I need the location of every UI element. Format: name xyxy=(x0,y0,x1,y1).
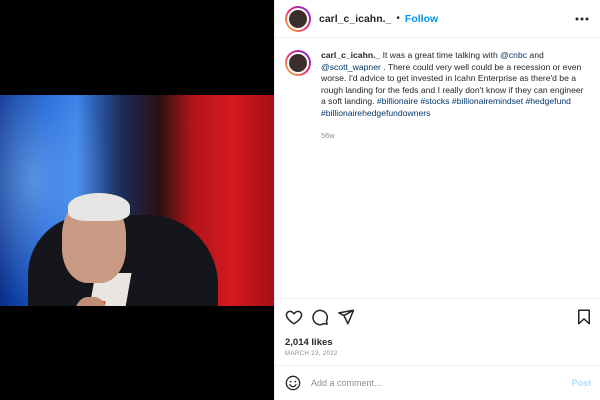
bookmark-icon[interactable] xyxy=(575,308,593,326)
hashtag-link[interactable]: #billionaire xyxy=(377,96,418,106)
hashtag-link[interactable]: #billionairemindset xyxy=(452,96,523,106)
hashtag-link[interactable]: #billionairehedgefundowners xyxy=(321,108,430,118)
post-photo[interactable] xyxy=(0,95,274,306)
action-bar xyxy=(275,308,600,330)
hashtag-link[interactable]: #hedgefund xyxy=(526,96,571,106)
caption-section: carl_c_icahn._ It was a great time talki… xyxy=(275,38,600,298)
post-media xyxy=(0,0,274,400)
post-header: carl_c_icahn._ • Follow xyxy=(275,0,600,38)
follow-button[interactable]: Follow xyxy=(405,13,438,25)
post-comment-button[interactable]: Post xyxy=(571,378,591,388)
mention-link[interactable]: @cnbc xyxy=(500,50,527,60)
comment-input[interactable] xyxy=(311,378,551,388)
smiley-icon[interactable] xyxy=(285,375,301,391)
post-time-ago[interactable]: 56w xyxy=(321,130,589,142)
more-options-icon[interactable] xyxy=(575,12,589,26)
post-date: MARCH 23, 2022 xyxy=(285,350,338,357)
caption-username[interactable]: carl_c_icahn._ xyxy=(321,50,380,60)
post-details-panel: carl_c_icahn._ • Follow carl_c_icahn._ I… xyxy=(274,0,600,400)
comment-box: Post xyxy=(275,366,600,400)
heart-icon[interactable] xyxy=(285,308,303,326)
comment-icon[interactable] xyxy=(311,308,329,326)
header-username[interactable]: carl_c_icahn._ xyxy=(319,13,391,25)
caption-text: carl_c_icahn._ It was a great time talki… xyxy=(321,50,589,298)
hashtag-link[interactable]: #stocks xyxy=(420,96,449,106)
likes-count[interactable]: 2,014 likes xyxy=(285,337,333,348)
caption-fragment: and xyxy=(527,50,544,60)
caption-avatar[interactable] xyxy=(285,50,311,76)
divider xyxy=(275,298,600,299)
mention-link[interactable]: @scott_wapner xyxy=(321,62,381,72)
avatar[interactable] xyxy=(285,5,311,32)
header-separator: • xyxy=(396,13,400,24)
send-icon[interactable] xyxy=(337,308,355,326)
caption-fragment: It was a great time talking with xyxy=(380,50,501,60)
